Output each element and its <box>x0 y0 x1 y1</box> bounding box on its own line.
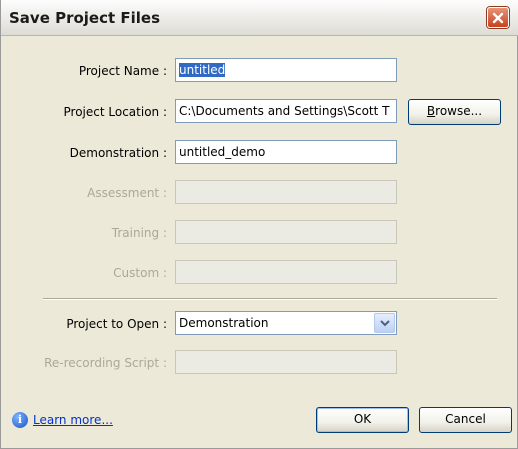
dropdown-button[interactable] <box>374 313 395 333</box>
custom-label: Custom : <box>113 266 167 280</box>
project-name-field[interactable]: untitled <box>175 58 397 82</box>
project-to-open-value: Demonstration <box>179 316 269 330</box>
project-to-open-label: Project to Open : <box>66 317 167 331</box>
ok-button[interactable]: OK <box>316 407 409 433</box>
window-title: Save Project Files <box>9 9 161 27</box>
chevron-down-icon <box>380 320 390 327</box>
project-location-field[interactable]: C:\Documents and Settings\Scott T <box>175 99 397 123</box>
close-x-icon <box>492 12 504 24</box>
browse-label: rowse... <box>435 104 483 118</box>
training-field <box>175 220 397 244</box>
demonstration-field[interactable]: untitled_demo <box>175 140 397 164</box>
save-project-files-dialog: Save Project Files Project Name : untitl… <box>0 0 518 449</box>
project-name-label: Project Name : <box>78 64 167 78</box>
browse-button[interactable]: Browse... <box>408 99 501 125</box>
project-to-open-select[interactable]: Demonstration <box>175 311 397 335</box>
title-bar: Save Project Files <box>1 0 518 36</box>
rerecording-script-label: Re-recording Script : <box>44 356 167 370</box>
section-divider <box>43 298 497 300</box>
assessment-label: Assessment : <box>87 186 167 200</box>
cancel-button[interactable]: Cancel <box>419 407 512 433</box>
browse-accelerator: B <box>426 104 436 118</box>
learn-more-link[interactable]: Learn more... <box>33 413 113 427</box>
assessment-field <box>175 180 397 204</box>
close-button[interactable] <box>487 7 509 28</box>
rerecording-script-field <box>175 350 397 374</box>
info-icon: i <box>12 412 28 428</box>
demonstration-label: Demonstration : <box>69 146 167 160</box>
project-name-value: untitled <box>179 63 226 77</box>
project-location-label: Project Location : <box>63 105 167 119</box>
custom-field <box>175 260 397 284</box>
training-label: Training : <box>111 226 167 240</box>
